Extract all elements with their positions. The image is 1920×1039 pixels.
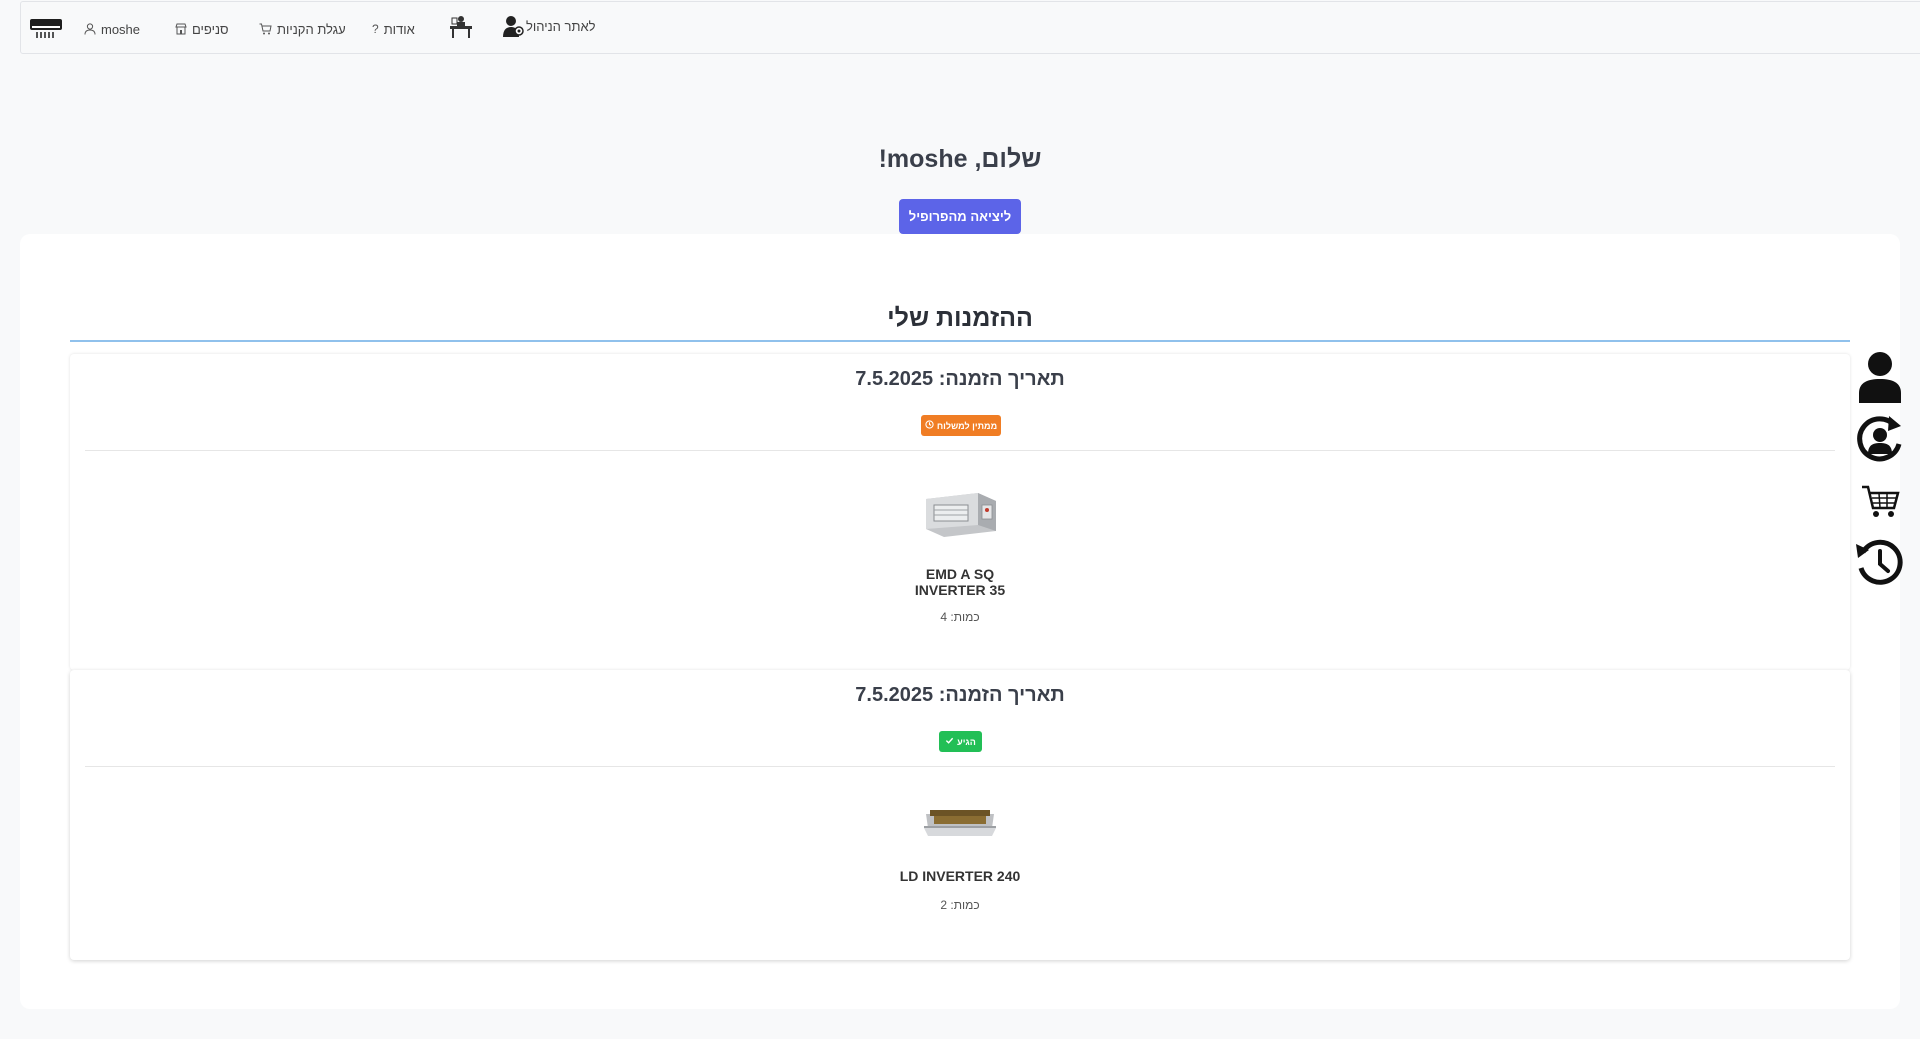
history-icon[interactable] (1855, 538, 1905, 588)
nav-branches-link[interactable]: סניפים (175, 19, 229, 39)
question-icon: ? (372, 22, 379, 36)
status-label: הגיע (957, 736, 976, 747)
refresh-user-icon[interactable] (1855, 414, 1905, 464)
nav-user-label: moshe (101, 21, 141, 37)
greeting-heading: שלום, moshe! (878, 145, 1042, 173)
nav-cart-label: עגלת הקניות (277, 21, 346, 37)
nav-branches-label: סניפים (192, 21, 229, 37)
technician-icon[interactable] (449, 16, 473, 38)
product-name: EMD A SQ INVERTER 35 (914, 566, 1006, 598)
divider (85, 450, 1835, 451)
title-underline (70, 340, 1850, 342)
status-label: ממתין למשלוח (936, 420, 998, 431)
order-card: תאריך הזמנה: 7.5.2025 ממתין למשלוח EMD A… (70, 354, 1850, 670)
nav-admin-link[interactable]: לאתר הניהול (502, 14, 596, 38)
user-icon (84, 23, 96, 35)
store-icon (175, 23, 187, 35)
user-icon[interactable] (1855, 352, 1905, 403)
air-conditioner-icon[interactable] (29, 18, 63, 40)
nav-admin-label: לאתר הניהול (526, 18, 596, 34)
product-quantity: כמות: 2 (940, 898, 980, 912)
orders-panel: ההזמנות שלי תאריך הזמנה: 7.5.2025 ממתין … (20, 234, 1900, 1009)
product-name: LD INVERTER 240 (899, 868, 1021, 884)
order-date: תאריך הזמנה: 7.5.2025 (855, 684, 1065, 706)
check-icon (945, 736, 954, 747)
nav-about-link[interactable]: ? אודות (372, 19, 415, 39)
order-card: תאריך הזמנה: 7.5.2025 הגיע LD INVERTER 2… (70, 670, 1850, 960)
cart-icon (259, 23, 272, 35)
logout-button[interactable]: ליציאה מהפרופיל (899, 199, 1021, 234)
nav-about-label: אודות (383, 21, 415, 37)
status-badge: ממתין למשלוח (921, 415, 1001, 436)
order-date: תאריך הזמנה: 7.5.2025 (855, 368, 1065, 390)
admin-user-icon (502, 14, 524, 38)
cart-icon[interactable] (1855, 476, 1905, 526)
nav-user-link[interactable]: moshe (84, 19, 140, 39)
orders-title: ההזמנות שלי (887, 304, 1033, 332)
product-image (920, 800, 1000, 856)
product-quantity: כמות: 4 (940, 610, 980, 624)
clock-icon (925, 420, 934, 431)
nav-cart-link[interactable]: עגלת הקניות (259, 19, 346, 39)
product-image (920, 485, 1000, 541)
status-badge: הגיע (939, 731, 982, 752)
top-navbar: moshe סניפים עגלת הקניות ? אודות לאתר הנ… (20, 1, 1920, 54)
divider (85, 766, 1835, 767)
